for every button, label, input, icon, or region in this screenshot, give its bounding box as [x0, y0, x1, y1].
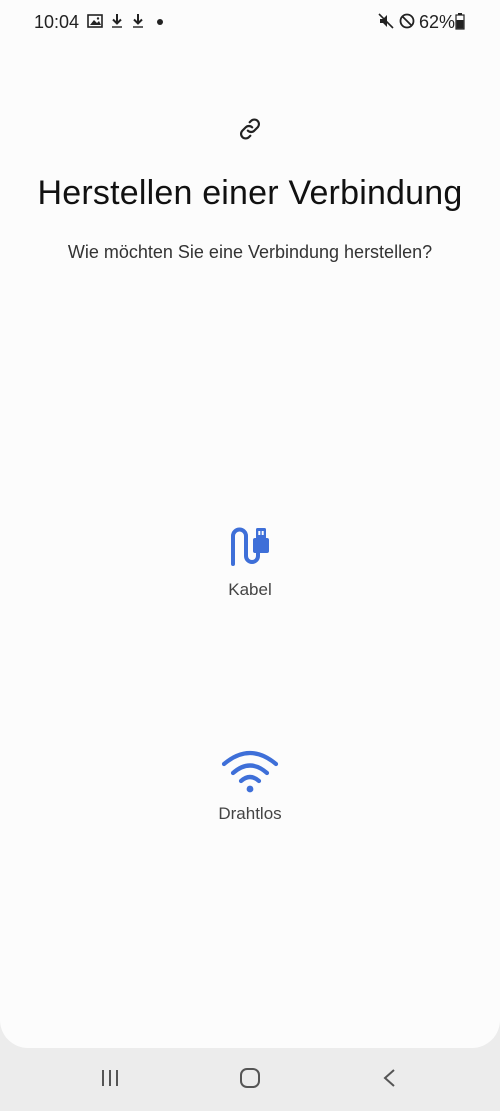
wireless-option-label: Drahtlos [218, 804, 282, 823]
recent-apps-icon [102, 1070, 118, 1086]
do-not-disturb-icon [399, 13, 415, 29]
app-screen: 10:04 62% Herstellen einer Verbindung Wi… [0, 0, 500, 1048]
dot-icon [157, 19, 163, 25]
image-icon [87, 14, 103, 28]
recent-apps-button[interactable] [90, 1062, 130, 1094]
status-time: 10:04 [34, 12, 80, 32]
status-bar: 10:04 62% [0, 0, 500, 44]
home-button[interactable] [230, 1062, 270, 1094]
page-title: Herstellen einer Verbindung [37, 174, 463, 212]
back-icon [383, 1069, 395, 1087]
navigation-bar [0, 1048, 500, 1111]
download-icon [133, 14, 143, 28]
mute-icon [378, 13, 394, 29]
cable-option-label: Kabel [228, 580, 272, 599]
page-subtitle: Wie möchten Sie eine Verbindung herstell… [67, 242, 433, 262]
cable-option[interactable]: Kabel [180, 520, 320, 612]
battery-icon [455, 13, 465, 30]
back-button[interactable] [370, 1062, 410, 1094]
home-icon [240, 1068, 260, 1088]
wifi-icon [221, 750, 279, 793]
download-icon [112, 14, 122, 28]
link-icon [240, 118, 260, 140]
usb-cable-icon [231, 527, 269, 566]
wireless-option[interactable]: Drahtlos [180, 744, 320, 836]
battery-percentage: 62% [419, 12, 456, 32]
